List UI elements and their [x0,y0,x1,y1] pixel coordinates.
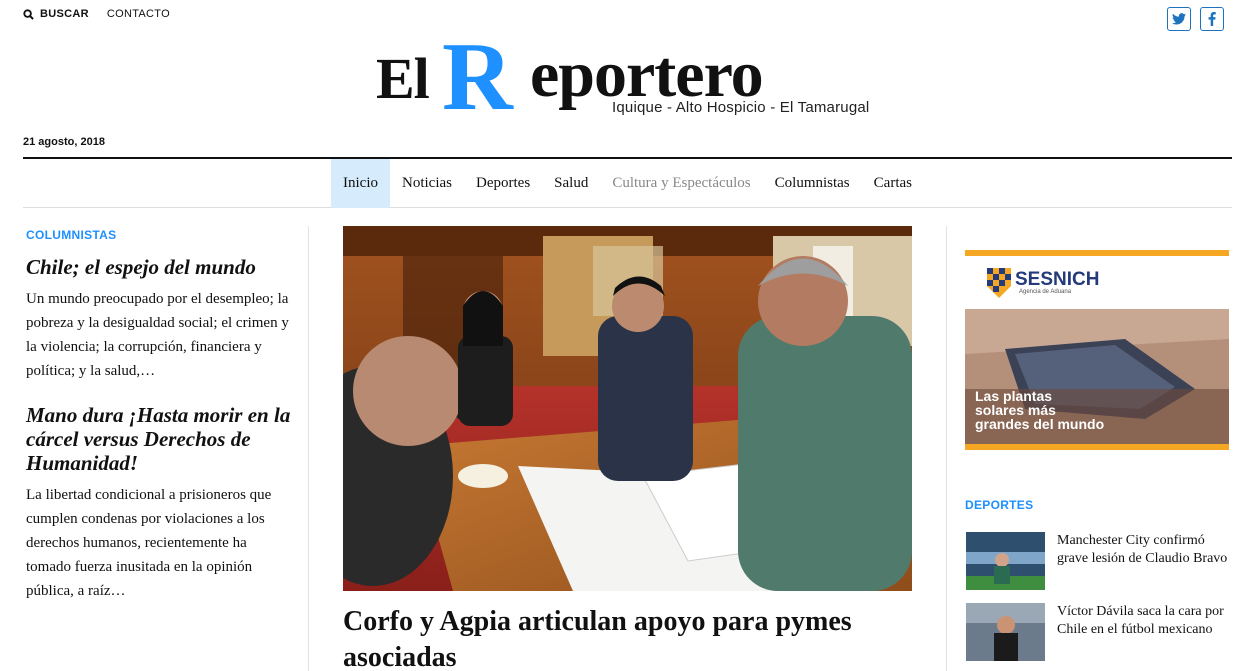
nav-item-salud[interactable]: Salud [542,159,600,208]
logo-tagline: Iquique - Alto Hospicio - El Tamarugal [612,99,870,116]
column-title[interactable]: Mano dura ¡Hasta morir en la cárcel vers… [26,403,294,475]
columnistas-section: COLUMNISTAS Chile; el espejo del mundo U… [26,226,294,603]
search-label: BUSCAR [40,8,89,20]
search-icon [23,8,34,20]
nav-item-columnistas[interactable]: Columnistas [763,159,862,208]
ad-caption: Las plantas solares más grandes del mund… [975,389,1104,431]
top-bar: BUSCAR CONTACTO [23,8,170,20]
news-thumbnail[interactable] [966,532,1045,590]
nav-item-cartas[interactable]: Cartas [862,159,924,208]
site-logo[interactable]: El R eportero Iquique - Alto Hospicio - … [376,28,886,126]
logo-el: El [376,46,430,111]
facebook-icon[interactable] [1200,7,1224,31]
nav-item-inicio[interactable]: Inicio [331,159,391,208]
checkered-logo-icon [987,268,1011,298]
main-headline[interactable]: Corfo y Agpia articulan apoyo para pymes… [343,604,912,671]
column-divider [308,226,309,671]
news-title[interactable]: Manchester City confirmó grave lesión de… [1057,532,1236,590]
sesnich-ad[interactable]: SESNICH Agencia de Aduana Las plantas so… [965,250,1229,450]
nav-item-noticias[interactable]: Noticias [390,159,464,208]
social-links [1167,7,1224,31]
news-thumbnail[interactable] [966,603,1045,661]
hero-image[interactable] [343,226,912,591]
column-excerpt: La libertad condicional a prisioneros qu… [26,487,272,599]
news-title[interactable]: Víctor Dávila saca la cara por Chile en … [1057,603,1236,661]
column-excerpt: Un mundo preocupado por el desempleo; la… [26,291,289,379]
list-item[interactable]: Manchester City confirmó grave lesión de… [966,532,1236,590]
logo-r: R [442,23,513,131]
list-item[interactable]: Víctor Dávila saca la cara por Chile en … [966,603,1236,661]
ad-caption-line: Las plantas [975,388,1053,404]
ad-caption-line: grandes del mundo [975,416,1105,432]
column-divider [946,226,947,671]
columnistas-label[interactable]: COLUMNISTAS [26,228,294,242]
column-title[interactable]: Chile; el espejo del mundo [26,255,294,279]
current-date: 21 agosto, 2018 [23,136,105,148]
contact-link[interactable]: CONTACTO [107,8,170,20]
nav-item-cultura[interactable]: Cultura y Espectáculos [600,159,762,208]
search-button[interactable]: BUSCAR [23,8,89,20]
ad-caption-line: solares más [975,402,1056,418]
nav-item-deportes[interactable]: Deportes [464,159,542,208]
ad-brand: SESNICH Agencia de Aduana [987,268,1099,298]
ad-brand-name: SESNICH [1015,269,1100,290]
twitter-icon[interactable] [1167,7,1191,31]
main-nav: Inicio Noticias Deportes Salud Cultura y… [23,157,1232,208]
deportes-label[interactable]: DEPORTES [965,498,1033,512]
